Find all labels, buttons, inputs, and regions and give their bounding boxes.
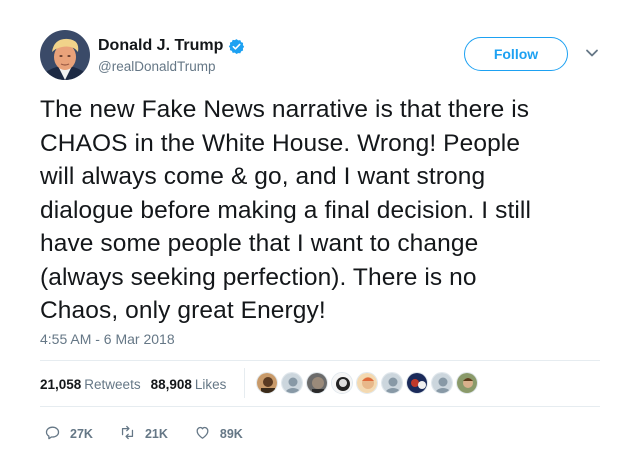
- like-button[interactable]: 89K: [194, 424, 243, 444]
- likers-avatars: [256, 372, 481, 394]
- retweet-count: 21K: [144, 427, 168, 441]
- reply-button[interactable]: 27K: [44, 424, 93, 444]
- liker-avatar[interactable]: [256, 372, 278, 394]
- tweet-text: The new Fake News narrative is that ther…: [40, 93, 610, 328]
- verified-badge-icon: [228, 38, 245, 55]
- divider: [40, 406, 600, 407]
- reply-count: 27K: [70, 427, 93, 441]
- liker-avatar[interactable]: [431, 372, 453, 394]
- heart-icon: [194, 424, 220, 444]
- tweet-text-line: have some people that I want to change: [40, 230, 479, 257]
- like-count: 89K: [219, 427, 243, 441]
- stats-separator: [244, 368, 245, 398]
- chevron-down-icon[interactable]: [585, 46, 599, 60]
- retweet-button[interactable]: 21K: [119, 424, 168, 444]
- tweet-card: Donald J. Trump @realDonaldTrump Follow …: [0, 0, 640, 470]
- tweet-text-line: The new Fake News narrative is that ther…: [40, 96, 530, 123]
- liker-avatar[interactable]: [281, 372, 303, 394]
- likes-stat[interactable]: 88,908 Likes: [151, 377, 227, 392]
- likes-count: 88,908: [150, 377, 192, 392]
- tweet-text-line: CHAOS in the White House. Wrong! People: [40, 129, 521, 157]
- retweets-count: 21,058: [40, 377, 82, 392]
- liker-avatar[interactable]: [331, 372, 353, 394]
- tweet-actions: 27K 21K 89K: [44, 424, 269, 444]
- divider: [40, 360, 600, 361]
- retweet-icon: [119, 424, 145, 444]
- avatar[interactable]: [40, 30, 90, 80]
- tweet-text-line: dialogue before making a final decision.…: [40, 196, 531, 224]
- tweet-text-line: Chaos, only great Energy!: [40, 297, 326, 324]
- tweet-header: Donald J. Trump @realDonaldTrump Follow: [40, 30, 610, 86]
- tweet-text-line: will always come & go, and I want strong: [40, 163, 486, 190]
- display-name[interactable]: Donald J. Trump: [98, 37, 223, 55]
- liker-avatar[interactable]: [406, 372, 428, 394]
- tweet-stats: 21,058 Retweets 88,908 Likes: [40, 377, 236, 392]
- retweets-label: Retweets: [84, 377, 141, 392]
- follow-button[interactable]: Follow: [464, 37, 568, 71]
- tweet-timestamp[interactable]: 4:55 AM - 6 Mar 2018: [40, 331, 175, 347]
- reply-icon: [44, 424, 70, 444]
- author-handle[interactable]: @realDonaldTrump: [98, 59, 245, 74]
- liker-avatar[interactable]: [306, 372, 328, 394]
- likes-label: Likes: [194, 377, 227, 392]
- author-info: Donald J. Trump @realDonaldTrump: [98, 36, 245, 74]
- retweets-stat[interactable]: 21,058 Retweets: [40, 377, 141, 392]
- liker-avatar[interactable]: [381, 372, 403, 394]
- liker-avatar[interactable]: [356, 372, 378, 394]
- liker-avatar[interactable]: [456, 372, 478, 394]
- tweet-text-line: (always seeking perfection). There is no: [40, 263, 477, 291]
